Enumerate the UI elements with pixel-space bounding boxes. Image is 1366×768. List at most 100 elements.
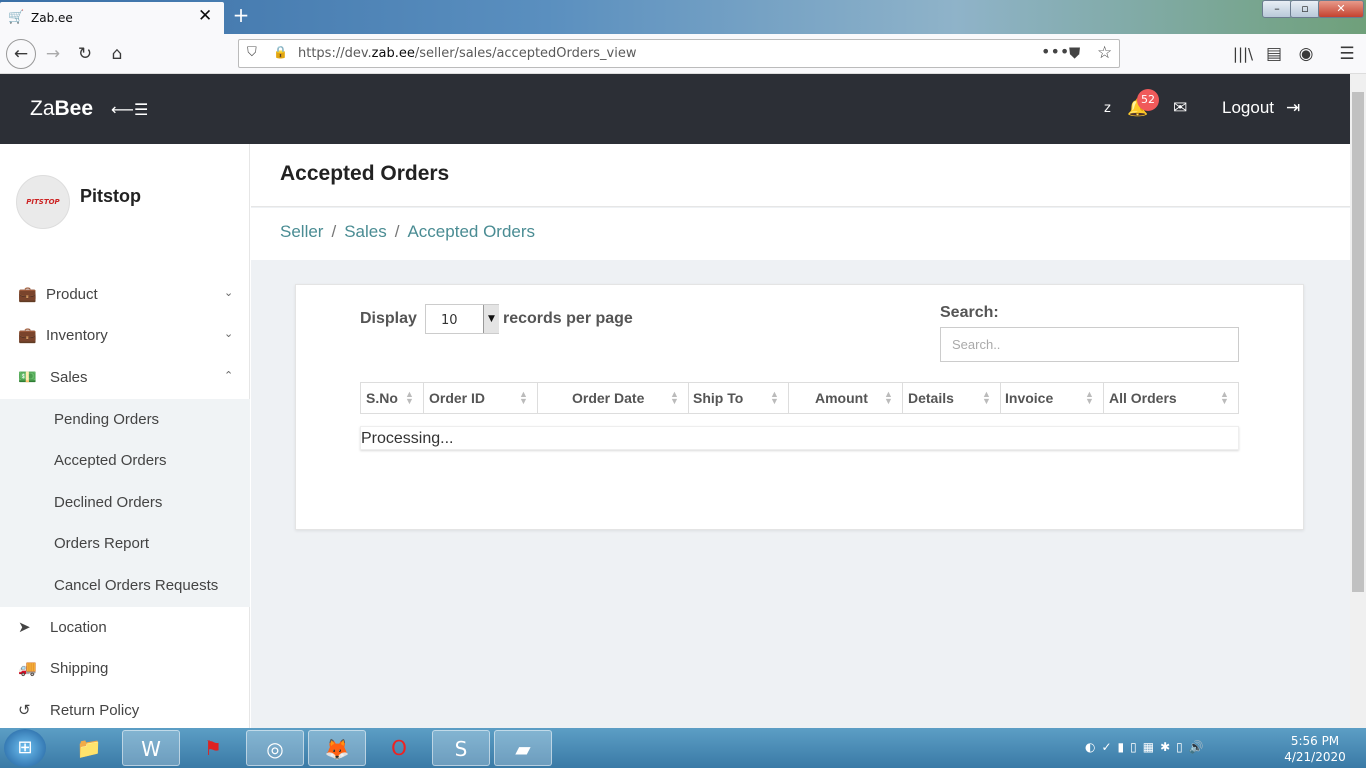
word-icon[interactable]: W [122, 730, 180, 766]
breadcrumb: Seller / Sales / Accepted Orders [280, 222, 536, 241]
hamburger-menu-icon[interactable]: ☰ [1334, 41, 1360, 67]
sort-icon: ▲ ▼ [770, 389, 779, 406]
processing-indicator: Processing... [360, 426, 1239, 450]
chevron-down-icon: ⌄ [224, 287, 234, 299]
home-button[interactable]: ⌂ [104, 41, 130, 67]
breadcrumb-accepted-orders: Accepted Orders [407, 222, 536, 241]
vertical-scrollbar[interactable] [1350, 74, 1366, 728]
submenu-item-orders-report[interactable]: Orders Report [54, 535, 149, 552]
sticky-notes-icon[interactable]: ▰ [494, 730, 552, 766]
sidebar-item-label: Product [46, 286, 98, 303]
sidebar-item-shipping[interactable]: 🚚 Shipping [0, 648, 250, 689]
column-header-ship-to[interactable]: Ship To ▲ ▼ [689, 383, 789, 413]
breadcrumb-sales[interactable]: Sales [344, 222, 387, 241]
submenu-item-cancel-orders-requests[interactable]: Cancel Orders Requests [54, 577, 218, 594]
taskbar-clock[interactable]: 5:56 PM 4/21/2020 [1280, 733, 1350, 765]
chrome-icon[interactable]: ◎ [246, 730, 304, 766]
close-window-button[interactable]: ✕ [1318, 0, 1364, 18]
cart-favicon-icon: 🛒 [8, 10, 25, 25]
sidebar-item-return-policy[interactable]: ↺ Return Policy [0, 690, 250, 728]
sidebar-toggle-icon[interactable]: ▤ [1261, 41, 1287, 67]
url-text[interactable]: https://dev.zab.ee/seller/sales/accepted… [298, 46, 636, 61]
sidebar-item-sales[interactable]: 💵 Sales ⌃ [0, 357, 250, 398]
page-length-select[interactable]: 10 ▼ [425, 304, 499, 334]
column-header-all-orders[interactable]: All Orders ▲ ▼ [1104, 383, 1238, 413]
page-length-value: 10 [441, 313, 458, 328]
breadcrumb-seller[interactable]: Seller [280, 222, 323, 241]
new-tab-button[interactable]: + [230, 3, 252, 29]
money-icon: 💵 [18, 369, 37, 386]
sidebar-item-label: Location [50, 619, 107, 636]
chevron-down-icon: ⌄ [224, 328, 234, 340]
skype-icon[interactable]: S [432, 730, 490, 766]
menu-toggle-icon[interactable]: ⟵☰ [111, 100, 148, 119]
column-header-details[interactable]: Details ▲ ▼ [903, 383, 1001, 413]
sidebar-item-inventory[interactable]: 💼 Inventory ⌄ [0, 315, 250, 356]
envelope-icon[interactable]: ✉ [1173, 98, 1187, 118]
forward-button[interactable]: → [40, 41, 66, 67]
store-name: Pitstop [80, 186, 141, 206]
undo-icon: ↺ [18, 702, 31, 719]
avatar: PITSTOP [16, 175, 70, 229]
column-header-order-date[interactable]: Order Date ▲ ▼ [538, 383, 689, 413]
location-arrow-icon: ➤ [18, 619, 31, 636]
submenu-item-accepted-orders[interactable]: Accepted Orders [54, 452, 167, 469]
sidebar-item-label: Return Policy [50, 702, 140, 719]
explorer-icon[interactable]: 📁 [60, 730, 118, 766]
submenu-item-declined-orders[interactable]: Declined Orders [54, 494, 162, 511]
minimize-button[interactable]: – [1262, 0, 1292, 18]
pocket-icon[interactable]: ⛊ [1069, 44, 1080, 62]
back-button[interactable]: ← [6, 39, 36, 69]
search-label: Search: [940, 304, 999, 321]
column-header-sno[interactable]: S.No ▲ ▼ [361, 383, 424, 413]
bookmark-star-icon[interactable]: ☆ [1097, 43, 1112, 63]
lock-icon[interactable]: 🔒 [273, 45, 288, 59]
sort-icon: ▲ ▼ [1085, 389, 1094, 406]
page-actions-icon[interactable]: ••• [1041, 42, 1069, 61]
firefox-icon[interactable]: 🦊 [308, 730, 366, 766]
table-header: S.No ▲ ▼ Order ID ▲ ▼ Order Date ▲ ▼ Ship To ▲ ▼… [360, 382, 1239, 414]
window-controls: – ▫ ✕ [1262, 0, 1366, 20]
start-button[interactable]: ⊞ [4, 729, 46, 767]
column-header-invoice[interactable]: Invoice ▲ ▼ [1001, 383, 1104, 413]
reload-button[interactable]: ↻ [72, 41, 98, 67]
clock-time: 5:56 PM [1290, 734, 1340, 748]
sort-icon: ▲ ▼ [670, 389, 679, 406]
logout-link[interactable]: Logout [1222, 98, 1274, 118]
page-title: Accepted Orders [280, 162, 450, 185]
opera-icon[interactable]: O [370, 730, 428, 766]
sidebar-item-product[interactable]: 💼 Product ⌄ [0, 274, 250, 315]
column-header-order-id[interactable]: Order ID ▲ ▼ [424, 383, 538, 413]
browser-tab[interactable]: 🛒 Zab.ee ✕ [0, 2, 224, 34]
tab-close-icon[interactable]: ✕ [198, 6, 212, 26]
shield-icon[interactable]: ⛉ [247, 45, 257, 60]
sign-out-icon[interactable]: ⇥ [1286, 98, 1300, 118]
chevron-up-icon: ⌃ [224, 370, 234, 382]
user-initial[interactable]: z [1104, 101, 1111, 116]
logo[interactable]: ZaBee [30, 97, 93, 121]
library-icon[interactable]: |||\ [1230, 41, 1256, 67]
sidebar-item-location[interactable]: ➤ Location [0, 607, 250, 648]
maximize-button[interactable]: ▫ [1290, 0, 1320, 18]
system-tray[interactable]: ◐✓▮▯▦✱▯🔊 [1085, 740, 1210, 754]
sort-icon: ▲ ▼ [982, 389, 991, 406]
account-icon[interactable]: ◉ [1293, 41, 1319, 67]
records-per-page-label: records per page [503, 310, 633, 327]
display-label: Display [360, 310, 417, 327]
sidebar-item-label: Shipping [50, 660, 109, 677]
briefcase-icon: 💼 [18, 327, 37, 344]
tab-title: Zab.ee [31, 11, 73, 25]
sidebar-item-label: Inventory [46, 327, 108, 344]
truck-icon: 🚚 [18, 660, 37, 677]
submenu-item-pending-orders[interactable]: Pending Orders [54, 411, 159, 428]
sort-icon: ▲ ▼ [1220, 389, 1229, 406]
acrobat-icon[interactable]: ⚑ [184, 730, 242, 766]
scrollbar-thumb[interactable] [1352, 92, 1364, 592]
clock-date: 4/21/2020 [1284, 750, 1346, 764]
dropdown-arrow-icon[interactable]: ▼ [483, 305, 499, 333]
briefcase-icon: 💼 [18, 286, 37, 303]
search-input[interactable] [940, 327, 1239, 362]
url-bar[interactable]: ⛉ 🔒 https://dev.zab.ee/seller/sales/acce… [238, 39, 1120, 68]
column-header-amount[interactable]: Amount ▲ ▼ [789, 383, 903, 413]
sort-icon: ▲ ▼ [405, 389, 414, 406]
